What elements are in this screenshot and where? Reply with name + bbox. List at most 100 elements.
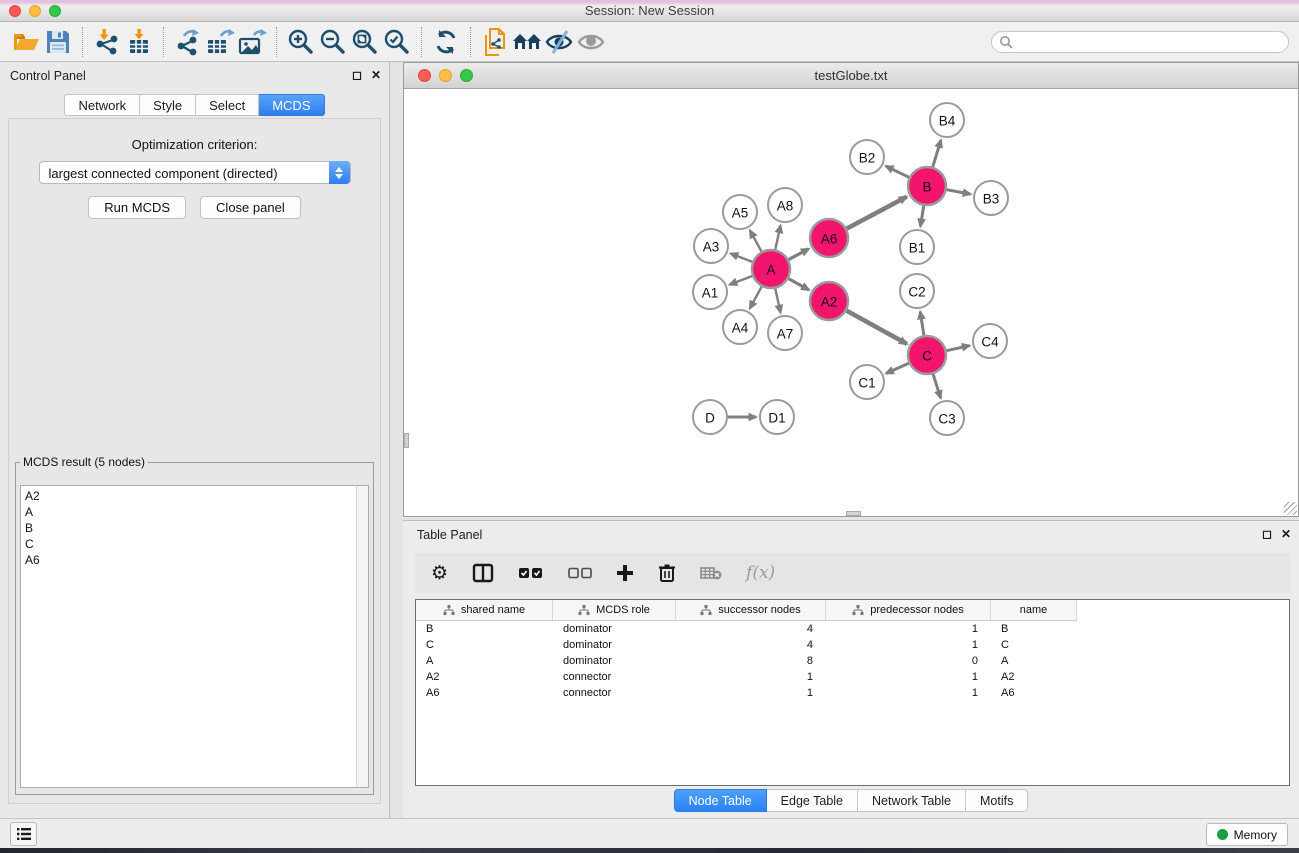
mcds-result-item[interactable]: A2 xyxy=(25,488,368,504)
graph-edge-A-A4[interactable] xyxy=(750,287,762,309)
table-cell[interactable]: 8 xyxy=(676,653,826,669)
add-row-icon[interactable] xyxy=(616,561,634,585)
horizontal-scroll-thumb[interactable] xyxy=(846,511,861,516)
table-cell[interactable]: 0 xyxy=(826,653,991,669)
mcds-result-item[interactable]: C xyxy=(25,536,368,552)
table-cell[interactable]: C xyxy=(991,637,1077,653)
tab-select[interactable]: Select xyxy=(196,94,259,116)
graph-edge-A-A3[interactable] xyxy=(731,254,753,262)
graph-node-B3[interactable] xyxy=(974,181,1008,215)
table-cell[interactable]: dominator xyxy=(553,637,676,653)
table-cell[interactable]: dominator xyxy=(553,621,676,637)
criterion-select[interactable]: largest connected component (directed) xyxy=(39,161,351,184)
graph-edge-B-B2[interactable] xyxy=(886,166,909,177)
table-row[interactable]: A2connector11A2 xyxy=(416,669,1289,685)
home-icon[interactable] xyxy=(511,26,543,58)
open-session-icon[interactable] xyxy=(10,26,42,58)
table-tab-network-table[interactable]: Network Table xyxy=(858,789,966,812)
table-cell[interactable]: C xyxy=(416,637,553,653)
column-header-successor-nodes[interactable]: successor nodes xyxy=(676,600,826,621)
graph-node-A4[interactable] xyxy=(723,310,757,344)
show-view-icon[interactable] xyxy=(575,26,607,58)
graph-node-B1[interactable] xyxy=(900,230,934,264)
close-panel-button[interactable]: Close panel xyxy=(200,196,301,219)
select-all-icon[interactable] xyxy=(518,561,544,585)
table-cell[interactable]: 1 xyxy=(826,685,991,701)
graph-node-D[interactable] xyxy=(693,400,727,434)
table-cell[interactable]: A xyxy=(991,653,1077,669)
table-row[interactable]: Adominator80A xyxy=(416,653,1289,669)
graph-edge-A2-C[interactable] xyxy=(847,311,907,344)
table-cell[interactable]: connector xyxy=(553,685,676,701)
zoom-selected-icon[interactable] xyxy=(381,26,413,58)
graph-node-B[interactable] xyxy=(908,167,946,205)
mcds-result-item[interactable]: B xyxy=(25,520,368,536)
graph-node-C[interactable] xyxy=(908,336,946,374)
network-canvas[interactable]: B4B2BB3A8A5A6A3B1AA1C2A2A4A7C4CC1C3DD1 xyxy=(404,89,1298,516)
tab-mcds[interactable]: MCDS xyxy=(259,94,324,116)
table-cell[interactable]: A2 xyxy=(991,669,1077,685)
graph-edge-A6-B[interactable] xyxy=(847,197,907,229)
graph-edge-C-C2[interactable] xyxy=(920,312,924,335)
float-panel-icon[interactable]: ◻ xyxy=(1262,527,1272,541)
table-cell[interactable]: 1 xyxy=(826,637,991,653)
clone-network-icon[interactable] xyxy=(479,26,511,58)
column-header-predecessor-nodes[interactable]: predecessor nodes xyxy=(826,600,991,621)
refresh-layout-icon[interactable] xyxy=(430,26,462,58)
mcds-result-item[interactable]: A6 xyxy=(25,552,368,568)
graph-node-A3[interactable] xyxy=(694,229,728,263)
table-row[interactable]: Bdominator41B xyxy=(416,621,1289,637)
table-cell[interactable]: A2 xyxy=(416,669,553,685)
graph-node-A[interactable] xyxy=(752,250,790,288)
table-cell[interactable]: 1 xyxy=(676,685,826,701)
graph-node-A2[interactable] xyxy=(810,282,848,320)
table-tab-edge-table[interactable]: Edge Table xyxy=(767,789,858,812)
graph-node-C2[interactable] xyxy=(900,274,934,308)
graph-node-C4[interactable] xyxy=(973,324,1007,358)
import-table-icon[interactable] xyxy=(123,26,155,58)
table-cell[interactable]: 4 xyxy=(676,637,826,653)
show-columns-icon[interactable] xyxy=(472,561,494,585)
task-history-button[interactable] xyxy=(10,822,37,846)
tab-network[interactable]: Network xyxy=(64,94,140,116)
graph-edge-A-A8[interactable] xyxy=(775,226,780,250)
hide-annotations-icon[interactable] xyxy=(543,26,575,58)
column-header-shared-name[interactable]: shared name xyxy=(416,600,553,621)
table-cell[interactable]: A6 xyxy=(416,685,553,701)
graph-node-B4[interactable] xyxy=(930,103,964,137)
table-cell[interactable]: 1 xyxy=(826,669,991,685)
search-input[interactable] xyxy=(991,31,1289,53)
zoom-fit-icon[interactable] xyxy=(349,26,381,58)
table-cell[interactable]: A xyxy=(416,653,553,669)
deselect-all-icon[interactable] xyxy=(568,561,592,585)
graph-node-A8[interactable] xyxy=(768,188,802,222)
memory-button[interactable]: Memory xyxy=(1206,823,1288,846)
table-cell[interactable]: 1 xyxy=(826,621,991,637)
graph-node-B2[interactable] xyxy=(850,140,884,174)
table-tab-node-table[interactable]: Node Table xyxy=(674,789,767,812)
close-panel-icon[interactable]: ✕ xyxy=(1281,527,1291,541)
table-tab-motifs[interactable]: Motifs xyxy=(966,789,1028,812)
graph-edge-B-B4[interactable] xyxy=(933,140,941,167)
table-row[interactable]: A6connector11A6 xyxy=(416,685,1289,701)
export-image-icon[interactable] xyxy=(236,26,268,58)
graph-node-D1[interactable] xyxy=(760,400,794,434)
import-network-icon[interactable] xyxy=(91,26,123,58)
graph-edge-B-B3[interactable] xyxy=(947,190,971,194)
graph-node-A5[interactable] xyxy=(723,195,757,229)
graph-edge-A-A5[interactable] xyxy=(750,230,761,251)
graph-edge-A-A2[interactable] xyxy=(789,279,809,290)
column-header-name[interactable]: name xyxy=(991,600,1077,621)
save-session-icon[interactable] xyxy=(42,26,74,58)
table-cell[interactable]: A6 xyxy=(991,685,1077,701)
table-cell[interactable]: B xyxy=(991,621,1077,637)
close-panel-icon[interactable]: ✕ xyxy=(371,68,381,82)
column-header-mcds-role[interactable]: MCDS role xyxy=(553,600,676,621)
export-table-icon[interactable] xyxy=(204,26,236,58)
graph-node-A7[interactable] xyxy=(768,316,802,350)
run-mcds-button[interactable]: Run MCDS xyxy=(88,196,186,219)
table-cell[interactable]: connector xyxy=(553,669,676,685)
mcds-result-item[interactable]: A xyxy=(25,504,368,520)
graph-edge-A-A7[interactable] xyxy=(775,289,780,313)
graph-edge-C-C1[interactable] xyxy=(886,363,909,373)
